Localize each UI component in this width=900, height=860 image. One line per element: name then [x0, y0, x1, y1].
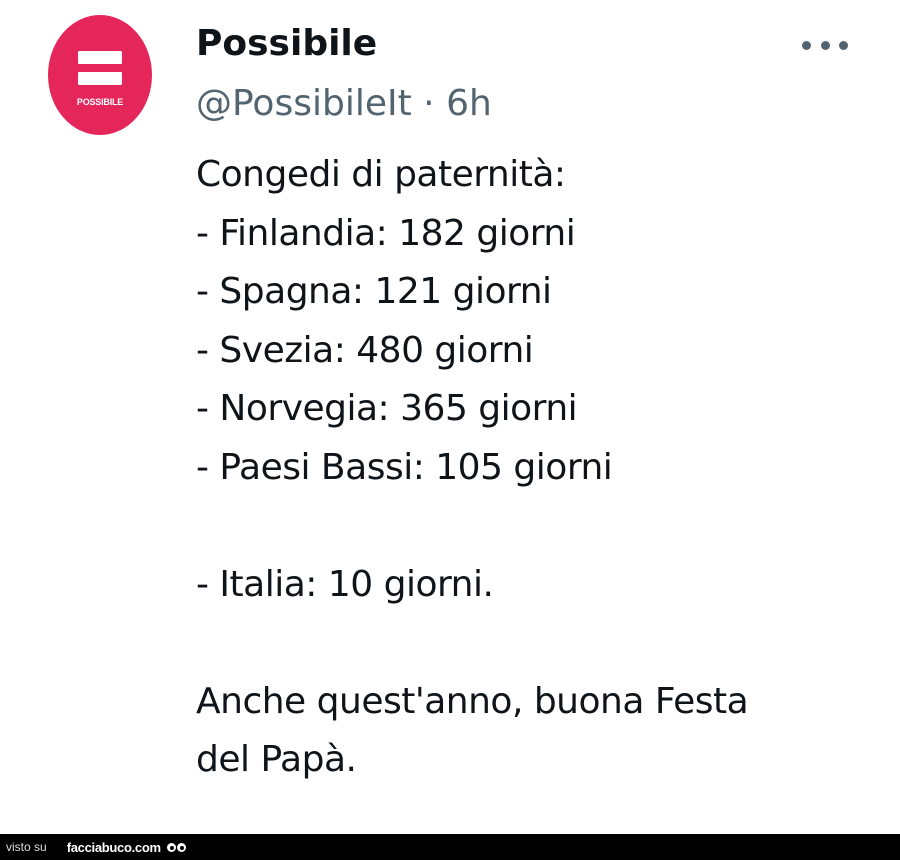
dot — [802, 40, 811, 50]
eyes-icon — [166, 842, 186, 852]
tweet-line-spagna: - Spagna: 121 giorni — [196, 271, 552, 312]
dot — [820, 40, 830, 50]
tweet-line-greeting-end: del Papà. — [196, 739, 357, 780]
user-handle[interactable]: @PossibileIt — [196, 83, 412, 124]
footer-visto-su: visto su — [6, 840, 47, 854]
more-options-icon[interactable] — [802, 38, 848, 52]
tweet-line-norvegia: - Norvegia: 365 giorni — [196, 388, 578, 429]
dot — [839, 40, 848, 50]
tweet-time[interactable]: 6h — [446, 83, 492, 124]
watermark-footer: visto su facciabuco.com — [0, 834, 900, 860]
tweet-line-paesi-bassi: - Paesi Bassi: 105 giorni — [196, 446, 613, 488]
tweet-line-heading: Congedi di paternità: — [196, 154, 566, 195]
display-name[interactable]: Possibile — [196, 20, 377, 68]
eye-right — [176, 842, 186, 852]
tweet-meta: @PossibileIt · 6h — [196, 80, 492, 128]
footer-site-name[interactable]: facciabuco.com — [67, 840, 161, 855]
tweet-text: Congedi di paternità: - Finlandia: 182 g… — [196, 146, 876, 790]
meta-separator: · — [423, 83, 435, 124]
avatar[interactable]: POSSIBILE — [48, 15, 152, 135]
eye-left — [166, 842, 176, 852]
logo-bar-bottom — [78, 72, 122, 85]
tweet-line-svezia: - Svezia: 480 giorni — [196, 329, 534, 371]
tweet-card: POSSIBILE Possibile @PossibileIt · 6h Co… — [0, 0, 900, 834]
avatar-logo-text: POSSIBILE — [76, 97, 124, 107]
tweet-line-italia: - Italia: 10 giorni. — [196, 563, 494, 605]
tweet-line-finlandia: - Finlandia: 182 giorni — [196, 212, 576, 254]
tweet-line-greeting: Anche quest'anno, buona Festa — [196, 680, 749, 722]
logo-bar-top — [78, 51, 122, 64]
